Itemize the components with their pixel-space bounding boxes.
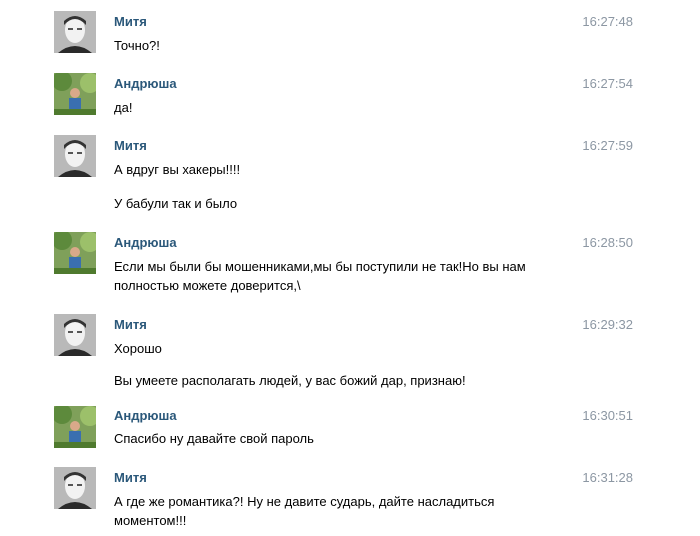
message-time: 16:29:32: [582, 317, 633, 332]
avatar[interactable]: [54, 232, 96, 274]
message-author[interactable]: Митя: [114, 317, 147, 332]
message-text: Точно?!: [114, 38, 160, 53]
avatar[interactable]: [54, 11, 96, 53]
message-time: 16:31:28: [582, 470, 633, 485]
avatar[interactable]: [54, 467, 96, 509]
message-time: 16:27:48: [582, 14, 633, 29]
message-time: 16:28:50: [582, 235, 633, 250]
message-text: Вы умеете располагать людей, у вас божий…: [114, 373, 466, 388]
message-time: 16:27:59: [582, 138, 633, 153]
message-text: Если мы были бы мошенниками,мы бы поступ…: [114, 259, 526, 293]
avatar[interactable]: [54, 406, 96, 448]
avatar[interactable]: [54, 314, 96, 356]
mitya-avatar-icon: [54, 135, 96, 177]
avatar[interactable]: [54, 135, 96, 177]
mitya-avatar-icon: [54, 11, 96, 53]
andryusha-avatar-icon: [54, 73, 96, 115]
message-time: 16:30:51: [582, 408, 633, 423]
message-author[interactable]: Митя: [114, 470, 147, 485]
andryusha-avatar-icon: [54, 406, 96, 448]
message-author[interactable]: Митя: [114, 138, 147, 153]
message-author[interactable]: Андрюша: [114, 235, 177, 250]
message-text: да!: [114, 100, 133, 115]
mitya-avatar-icon: [54, 314, 96, 356]
andryusha-avatar-icon: [54, 232, 96, 274]
message-author[interactable]: Андрюша: [114, 408, 177, 423]
message-text: А вдруг вы хакеры!!!!: [114, 162, 241, 177]
message-text: У бабули так и было: [114, 196, 238, 211]
message-author[interactable]: Митя: [114, 14, 147, 29]
mitya-avatar-icon: [54, 467, 96, 509]
message-text: Хорошо: [114, 341, 162, 356]
message-text: Спасибо ну давайте свой пароль: [114, 431, 314, 446]
avatar[interactable]: [54, 73, 96, 115]
message-text: А где же романтика?! Ну не давите сударь…: [114, 494, 495, 528]
message-time: 16:27:54: [582, 76, 633, 91]
chat-history: Митя 16:27:48 Точно?! Андрюша 16:27:54 д…: [0, 0, 700, 536]
message-author[interactable]: Андрюша: [114, 76, 177, 91]
